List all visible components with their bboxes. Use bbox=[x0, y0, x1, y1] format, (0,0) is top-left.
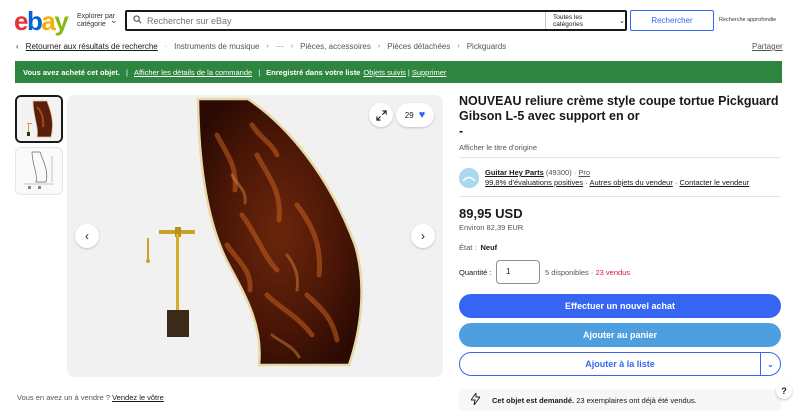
ebay-logo[interactable]: ebay bbox=[14, 6, 69, 36]
watch-count: 29 bbox=[404, 110, 414, 120]
seller-info: Guitar Hey Parts (49300) · Pro bbox=[485, 168, 591, 177]
breadcrumb-more-button[interactable]: ··· bbox=[276, 42, 284, 51]
next-image-button[interactable]: › bbox=[411, 224, 435, 248]
search-input[interactable] bbox=[147, 15, 545, 26]
sell-yours-link[interactable]: Vendez le vôtre bbox=[112, 393, 164, 402]
search-button[interactable]: Rechercher bbox=[630, 10, 714, 31]
help-button[interactable]: ? bbox=[776, 383, 792, 399]
chevron-right-icon: › bbox=[377, 43, 381, 50]
quantity-input[interactable]: 1 bbox=[496, 260, 540, 284]
saved-text: Enregistré dans votre liste bbox=[266, 67, 361, 77]
contact-seller-link[interactable]: Contacter le vendeur bbox=[680, 178, 750, 187]
chevron-right-icon: › bbox=[421, 229, 425, 243]
sold-count: 23 vendus bbox=[595, 268, 631, 277]
category-select[interactable]: Toutes les catégories ⌄ bbox=[545, 12, 625, 29]
search-bar: Toutes les catégories⌄ bbox=[125, 10, 627, 31]
thumbnail-diagram[interactable] bbox=[15, 147, 63, 195]
divider bbox=[459, 157, 781, 158]
chevron-down-icon: ⌄ bbox=[619, 17, 625, 25]
advanced-search-link[interactable]: Recherche approfondie bbox=[719, 17, 776, 23]
pro-badge[interactable]: Pro bbox=[578, 168, 590, 177]
breadcrumb-item[interactable]: Instruments de musique bbox=[174, 42, 259, 51]
chevron-left-icon: ‹ bbox=[85, 229, 89, 243]
heart-icon: ♥ bbox=[418, 109, 426, 121]
watch-count-button[interactable]: 29 ♥ bbox=[396, 103, 434, 127]
order-details-link[interactable]: Afficher les détails de la commande bbox=[134, 68, 252, 77]
search-icon bbox=[127, 14, 147, 27]
chevron-right-icon: › bbox=[290, 43, 294, 50]
original-title-link[interactable]: Afficher le titre d'origine bbox=[459, 143, 537, 152]
expand-icon[interactable] bbox=[369, 103, 393, 127]
listing-title: NOUVEAU reliure crème style coupe tortue… bbox=[459, 94, 779, 138]
chevron-left-icon: ‹ bbox=[16, 42, 19, 51]
chevron-right-icon: › bbox=[266, 43, 269, 50]
add-to-cart-button[interactable]: Ajouter au panier bbox=[459, 323, 781, 347]
back-to-results-link[interactable]: Retourner aux résultats de recherche bbox=[26, 42, 158, 51]
purchase-banner: Vous avez acheté cet objet. | Afficher l… bbox=[15, 61, 782, 83]
seller-links: 99,8% d'évaluations positives · Autres o… bbox=[485, 178, 750, 187]
seller-avatar[interactable] bbox=[459, 168, 479, 188]
positive-feedback-link[interactable]: 99,8% d'évaluations positives bbox=[485, 178, 583, 187]
available-count: 5 disponibles bbox=[545, 268, 589, 277]
sell-yours: Vous en avez un à vendre ? Vendez le vôt… bbox=[17, 393, 164, 402]
other-items-link[interactable]: Autres objets du vendeur bbox=[589, 178, 672, 187]
divider bbox=[459, 196, 781, 197]
price: 89,95 USD bbox=[459, 206, 523, 221]
feedback-count: (49300) bbox=[545, 168, 572, 177]
delete-link[interactable]: Supprimer bbox=[412, 68, 447, 77]
condition-label: État : bbox=[459, 243, 477, 252]
thumbnail-pickguard[interactable] bbox=[15, 95, 63, 143]
share-link[interactable]: Partager bbox=[752, 42, 783, 51]
chevron-down-icon: ⌄ bbox=[110, 15, 118, 25]
availability: 5 disponibles · 23 vendus bbox=[545, 268, 631, 277]
breadcrumb-item[interactable]: Pickguards bbox=[467, 42, 507, 51]
breadcrumb-item[interactable]: Pièces détachées bbox=[387, 42, 450, 51]
add-to-watchlist-button[interactable]: Ajouter à la liste ⌄ bbox=[459, 352, 781, 376]
chevron-down-icon[interactable]: ⌄ bbox=[760, 353, 780, 375]
quantity-label: Quantité : bbox=[459, 268, 492, 277]
breadcrumb-separator: · bbox=[164, 43, 168, 50]
breadcrumb-item[interactable]: Pièces, accessoires bbox=[300, 42, 371, 51]
main-product-image[interactable] bbox=[67, 95, 443, 377]
previous-image-button[interactable]: ‹ bbox=[75, 224, 99, 248]
purchased-text: Vous avez acheté cet objet. bbox=[23, 67, 120, 77]
seller-name-link[interactable]: Guitar Hey Parts bbox=[485, 168, 544, 177]
approx-price: Environ 82,39 EUR bbox=[459, 223, 524, 232]
demand-notice: Cet objet est demandé. 23 exemplaires on… bbox=[459, 389, 781, 411]
lightning-icon bbox=[470, 391, 481, 407]
buy-again-button[interactable]: Effectuer un nouvel achat bbox=[459, 294, 781, 318]
condition-value: Neuf bbox=[480, 243, 498, 252]
followed-items-link[interactable]: Objets suivis bbox=[363, 68, 406, 77]
chevron-right-icon: › bbox=[457, 43, 460, 50]
breadcrumb: ‹ Retourner aux résultats de recherche ·… bbox=[16, 42, 506, 51]
condition: État : Neuf bbox=[459, 243, 497, 252]
